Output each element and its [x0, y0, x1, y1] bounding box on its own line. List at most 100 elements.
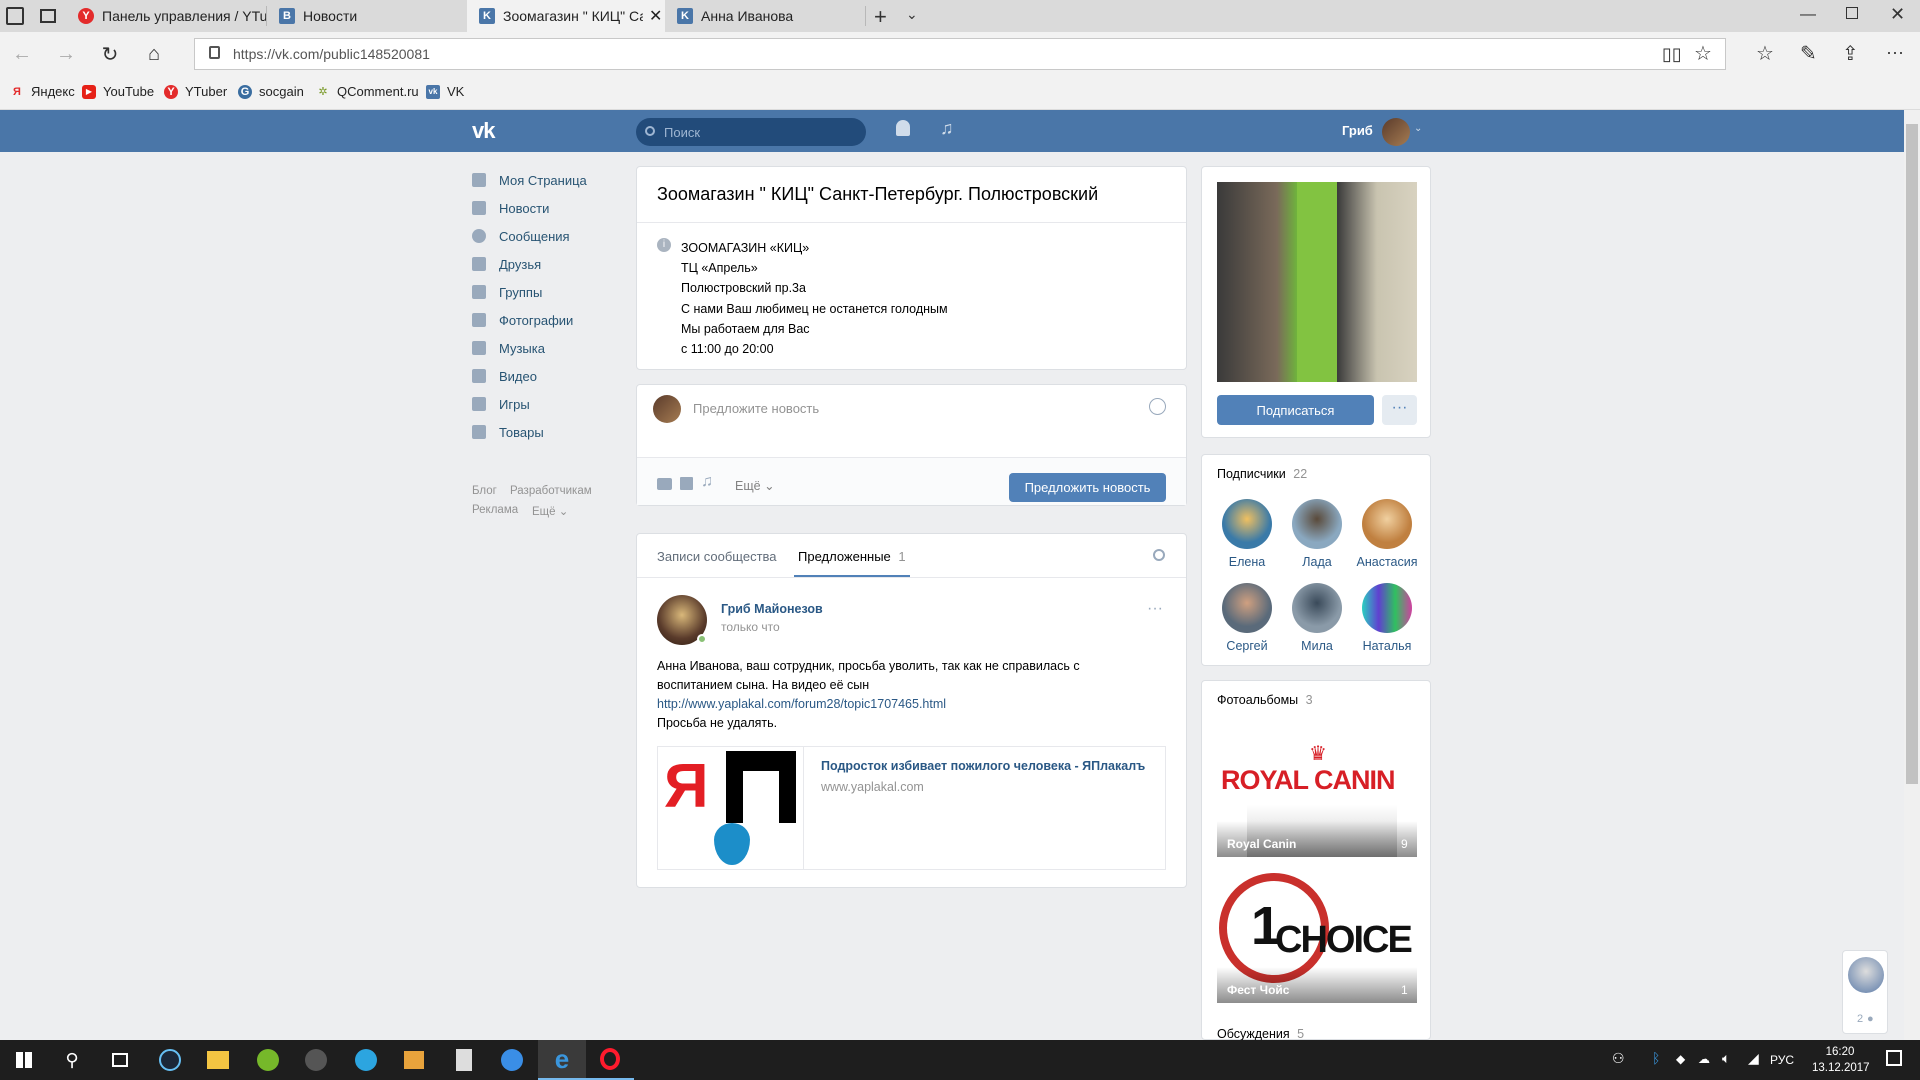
page-scrollbar[interactable]: [1904, 110, 1920, 1040]
restore-icon[interactable]: [1846, 7, 1858, 19]
chat-widget[interactable]: 2 ●: [1842, 950, 1888, 1034]
fav-youtube[interactable]: ▶ YouTube: [82, 84, 154, 99]
smile-icon[interactable]: [1149, 398, 1166, 415]
task-view-icon[interactable]: [96, 1040, 144, 1080]
fav-ytuber[interactable]: Y YTuber: [164, 84, 227, 99]
composer-more[interactable]: Ещё ⌄: [735, 478, 775, 493]
snippet-title[interactable]: Подросток избивает пожилого человека - Я…: [821, 759, 1145, 773]
chevron-down-icon[interactable]: ⌄: [1414, 123, 1422, 134]
new-tab-icon[interactable]: +: [874, 4, 887, 30]
back-icon[interactable]: ←: [10, 42, 34, 66]
menu-games[interactable]: Игры: [472, 394, 530, 414]
web-note-icon[interactable]: ✎: [1800, 41, 1817, 66]
footer-more[interactable]: Ещё ⌄: [532, 504, 568, 518]
clock[interactable]: 16:20 13.12.2017: [1812, 1044, 1870, 1076]
fav-qcomment[interactable]: ✲ QComment.ru: [316, 84, 418, 99]
footer-developers[interactable]: Разработчикам: [510, 485, 592, 497]
search-icon[interactable]: ⚲: [48, 1040, 96, 1080]
subscriber-avatar[interactable]: [1362, 583, 1412, 633]
minimize-icon[interactable]: —: [1800, 6, 1816, 24]
favorite-star-icon[interactable]: ☆: [1694, 41, 1712, 66]
scrollbar-thumb[interactable]: [1906, 124, 1918, 784]
volume-icon[interactable]: 🔈︎: [1722, 1050, 1730, 1067]
share-icon[interactable]: ⇪: [1842, 41, 1859, 66]
link-snippet[interactable]: Я Подросток избивает пожилого человека -…: [657, 746, 1166, 870]
steam-icon[interactable]: [146, 1040, 194, 1080]
post-more-icon[interactable]: ···: [1147, 600, 1163, 618]
window-close-icon[interactable]: ✕: [1890, 4, 1905, 25]
subscriber-name[interactable]: Наталья: [1347, 639, 1427, 653]
menu-news[interactable]: Новости: [472, 198, 549, 218]
menu-goods[interactable]: Товары: [472, 422, 544, 442]
opera-icon[interactable]: [586, 1040, 634, 1080]
vk-logo-icon[interactable]: vk: [472, 118, 496, 144]
subscriber-avatar[interactable]: [1362, 499, 1412, 549]
set-aside-tabs-icon[interactable]: [40, 9, 56, 23]
subscriber-name[interactable]: Сергей: [1207, 639, 1287, 653]
tab-community-posts[interactable]: Записи сообщества: [657, 549, 777, 564]
search-icon[interactable]: [1153, 549, 1165, 561]
composer-input[interactable]: Предложите новость: [693, 401, 819, 416]
footer-ads[interactable]: Реклама: [472, 504, 518, 516]
albums-header[interactable]: Фотоальбомы 3: [1217, 693, 1313, 707]
bluetooth-icon[interactable]: ᛒ: [1652, 1050, 1660, 1066]
search-input[interactable]: Поиск: [636, 118, 866, 146]
more-icon[interactable]: ···: [1886, 42, 1904, 63]
url-field[interactable]: https://vk.com/public148520081: [194, 38, 1726, 70]
menu-my-page[interactable]: Моя Страница: [472, 170, 587, 190]
action-center-icon[interactable]: [1886, 1050, 1902, 1066]
group-cover-photo[interactable]: [1217, 182, 1417, 382]
tab-news[interactable]: B Новости: [267, 0, 467, 32]
media-player-icon[interactable]: [390, 1040, 438, 1080]
album-royal-canin[interactable]: ♛ ROYAL CANIN Royal Canin 9: [1217, 725, 1417, 857]
camera-icon[interactable]: [657, 478, 672, 490]
edge-icon[interactable]: e: [538, 1040, 586, 1080]
fav-vk[interactable]: vk VK: [426, 84, 464, 99]
subscriber-avatar[interactable]: [1222, 499, 1272, 549]
shield-icon[interactable]: ◆: [1676, 1052, 1685, 1066]
home-icon[interactable]: ⌂: [142, 42, 166, 66]
tabs-overview-icon[interactable]: [6, 7, 24, 25]
menu-video[interactable]: Видео: [472, 366, 537, 386]
tab-suggested[interactable]: Предложенные 1: [798, 549, 906, 564]
more-actions-icon[interactable]: ···: [1382, 395, 1417, 425]
menu-groups[interactable]: Группы: [472, 282, 542, 302]
subscriber-name[interactable]: Елена: [1207, 555, 1287, 569]
music-icon[interactable]: ♫: [701, 473, 713, 491]
chevron-down-icon[interactable]: ⌄: [906, 6, 918, 23]
close-tab-icon[interactable]: ✕: [649, 6, 662, 26]
footer-blog[interactable]: Блог: [472, 485, 497, 497]
subscriber-name[interactable]: Мила: [1277, 639, 1357, 653]
menu-friends[interactable]: Друзья: [472, 254, 541, 274]
bell-icon[interactable]: [896, 120, 910, 136]
subscriber-name[interactable]: Лада: [1277, 555, 1357, 569]
telegram-icon[interactable]: [342, 1040, 390, 1080]
people-icon[interactable]: ⚇: [1612, 1050, 1625, 1067]
fav-yandex[interactable]: Я Яндекс: [10, 84, 75, 99]
favorites-hub-icon[interactable]: ☆: [1756, 41, 1774, 66]
windows-start-icon[interactable]: [0, 1040, 48, 1080]
subscribe-button[interactable]: Подписаться: [1217, 395, 1374, 425]
suggest-news-button[interactable]: Предложить новость: [1009, 473, 1166, 502]
calculator-icon[interactable]: [440, 1040, 488, 1080]
music-icon[interactable]: ♫: [940, 118, 954, 139]
album-first-choice[interactable]: 1 CHOICE Фест Чойс 1: [1217, 871, 1417, 1003]
post-author[interactable]: Гриб Майонезов: [721, 602, 823, 616]
subscriber-avatar[interactable]: [1292, 583, 1342, 633]
network-icon[interactable]: ◢: [1748, 1050, 1759, 1067]
tab-zoomagazin[interactable]: K Зоомагазин " КИЦ" Са ✕: [467, 0, 665, 32]
reading-view-icon[interactable]: ▯▯: [1662, 44, 1682, 65]
discussions-header[interactable]: Обсуждения 5: [1217, 1027, 1304, 1041]
subscriber-avatar[interactable]: [1222, 583, 1272, 633]
lightning-app-icon[interactable]: [488, 1040, 536, 1080]
apps-icon[interactable]: [292, 1040, 340, 1080]
menu-photos[interactable]: Фотографии: [472, 310, 573, 330]
tab-ytub[interactable]: Y Панель управления / YTub: [66, 0, 266, 32]
subscribers-header[interactable]: Подписчики 22: [1217, 467, 1307, 481]
utorrent-icon[interactable]: [244, 1040, 292, 1080]
forward-icon[interactable]: →: [54, 42, 78, 66]
subscriber-avatar[interactable]: [1292, 499, 1342, 549]
tab-anna[interactable]: K Анна Иванова: [665, 0, 865, 32]
menu-messages[interactable]: Сообщения: [472, 226, 570, 246]
file-explorer-icon[interactable]: [194, 1040, 242, 1080]
